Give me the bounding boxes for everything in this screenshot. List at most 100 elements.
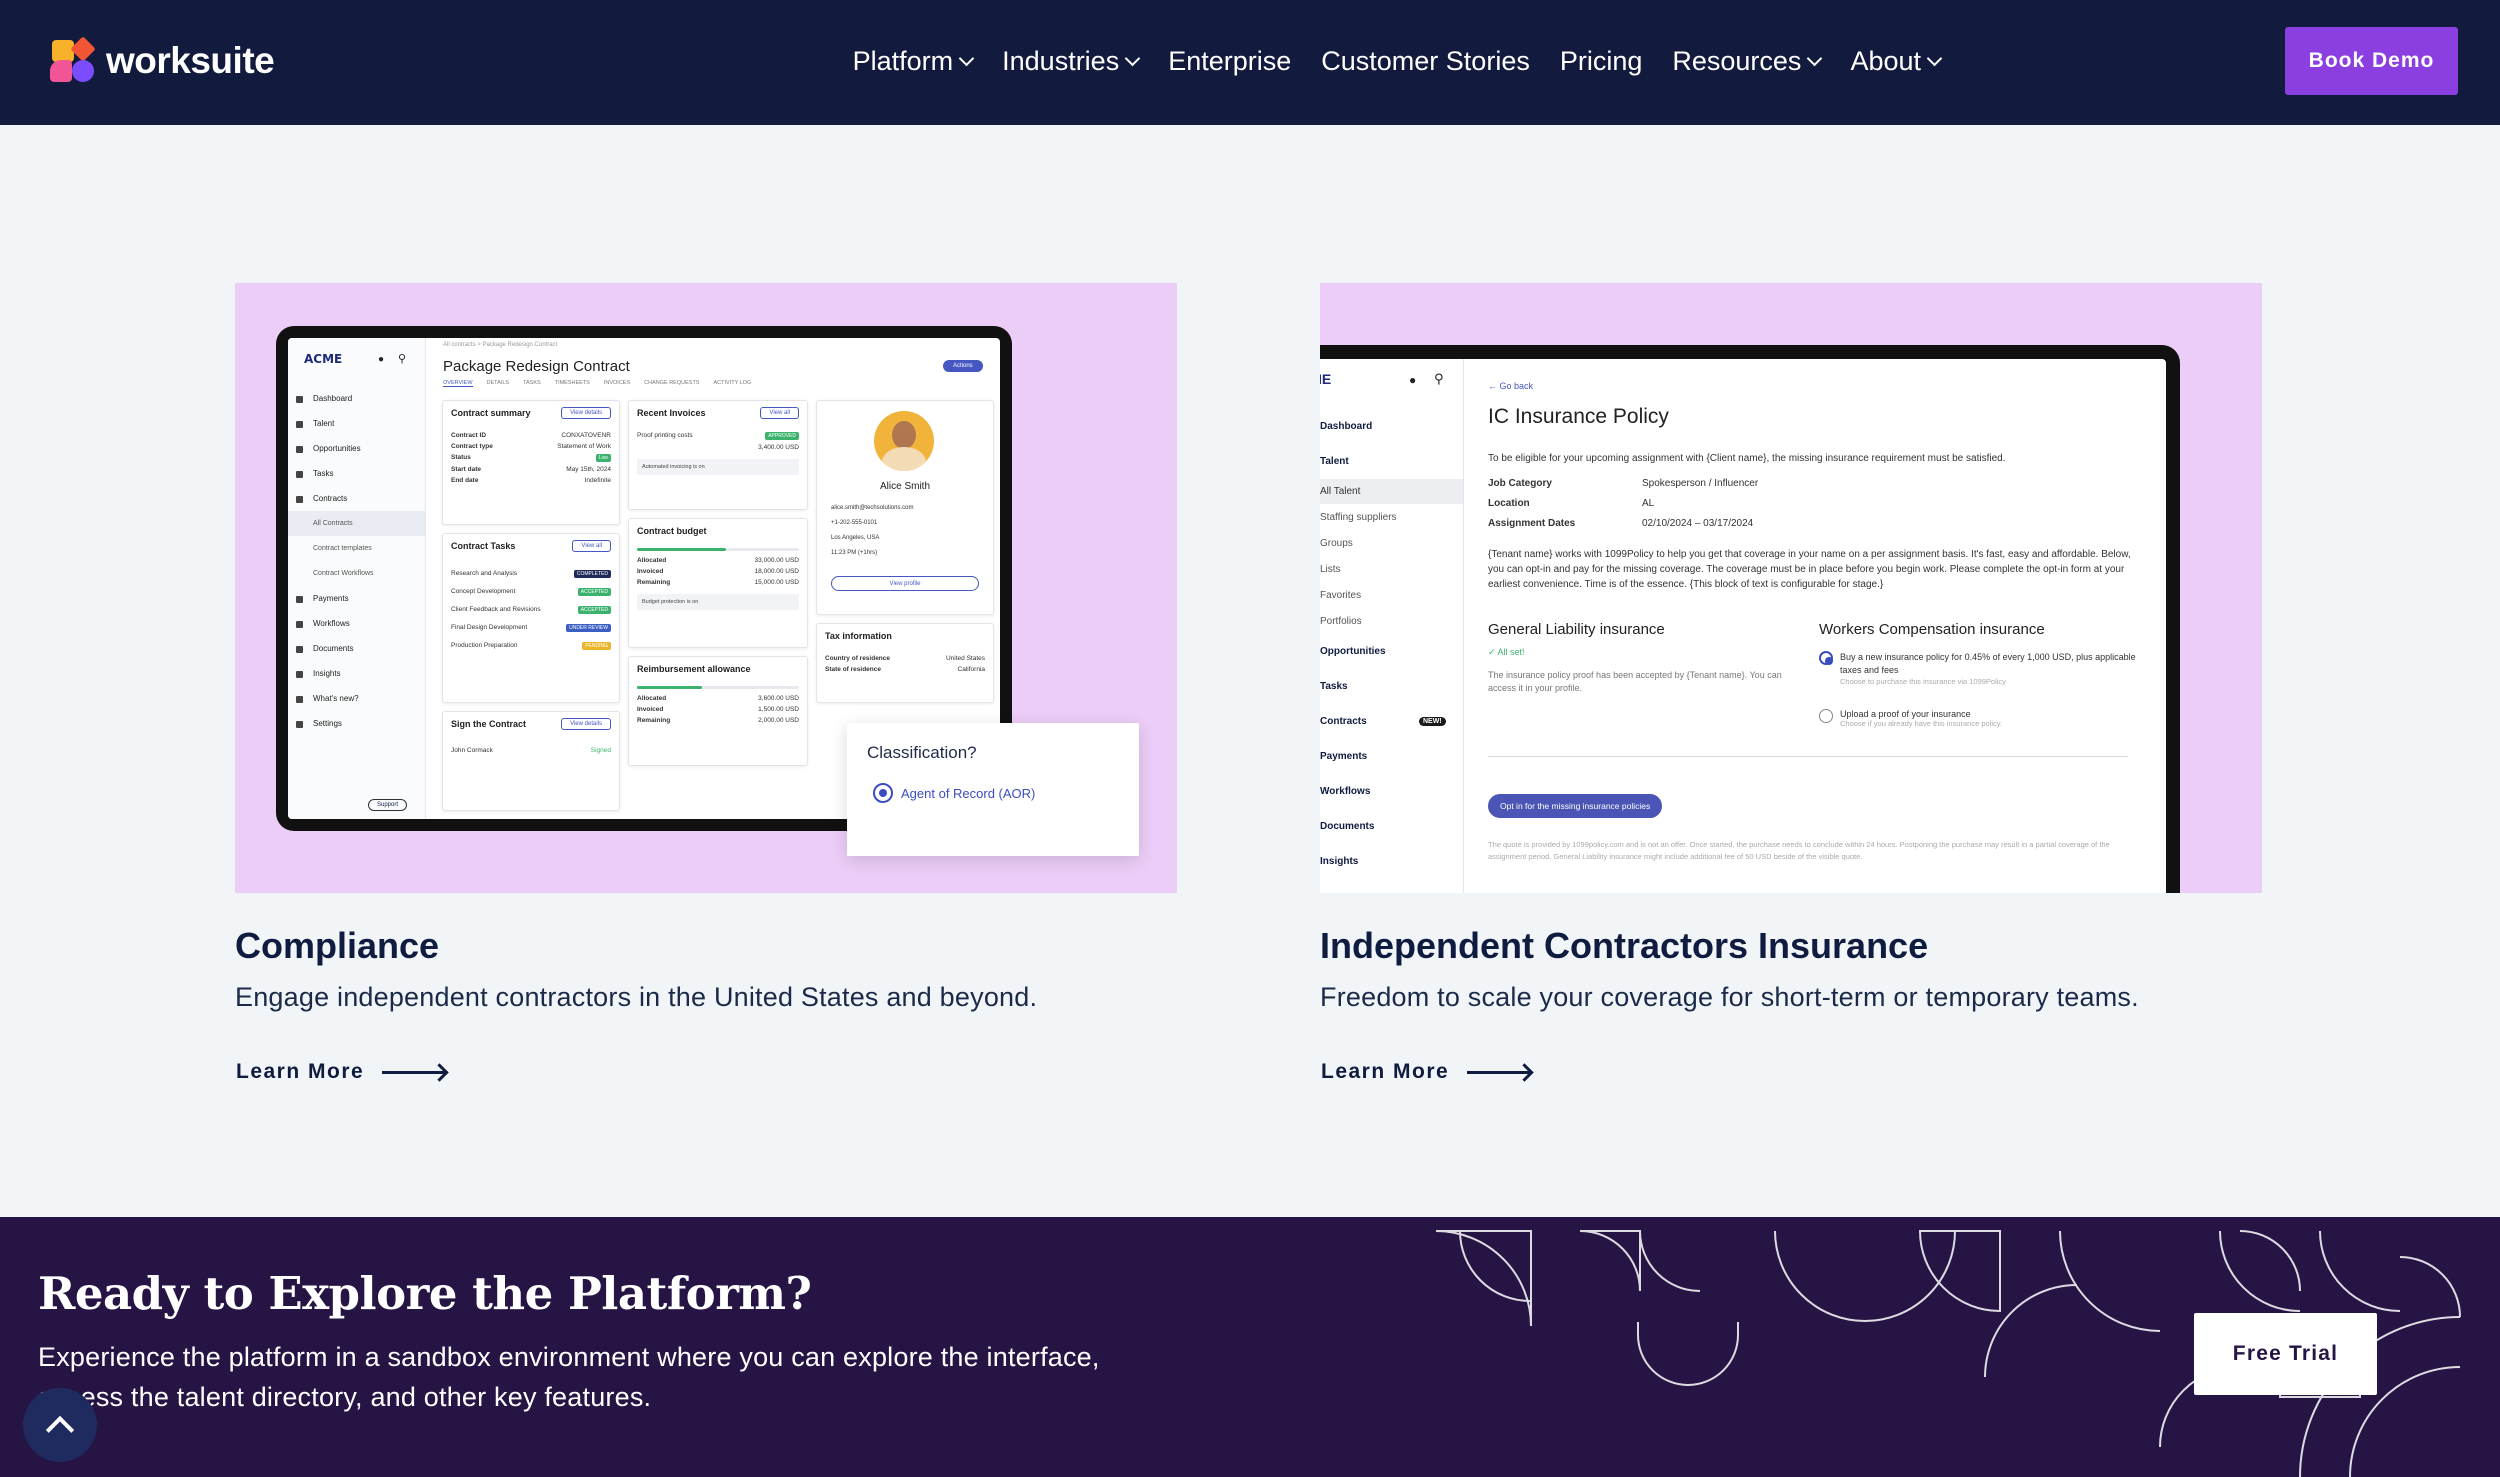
workers-comp-title: Workers Compensation insurance	[1819, 621, 2045, 638]
nav-resources-label: Resources	[1672, 45, 1802, 76]
insurance-description: Freedom to scale your coverage for short…	[1320, 982, 2139, 1012]
chevron-down-icon	[1926, 50, 1943, 66]
go-back-label: Go back	[1499, 381, 1534, 391]
reimbursement-progress-fill	[637, 686, 702, 689]
nav-pricing[interactable]: Pricing	[1560, 46, 1643, 77]
status-label: All set!	[1497, 647, 1525, 657]
compliance-visual: ACME ● ⚲ Dashboard Talent Opportunities …	[235, 283, 1177, 893]
bell-icon: ●	[378, 354, 385, 365]
insurance-visual: IE ● ⚲ Dashboard Talent All Talent Staff…	[1320, 283, 2262, 893]
mock-nav-contract-templates: Contract templates	[313, 545, 372, 552]
invoice-amount: 3,400.00 USD	[758, 444, 799, 451]
insurance-footnote: The quote is provided by 1099policy.com …	[1488, 840, 2110, 861]
cta-title: Ready to Explore the Platform?	[38, 1267, 812, 1320]
mock-view-details: View details	[561, 407, 611, 419]
divider	[1488, 756, 2128, 757]
search-icon: ⚲	[398, 353, 407, 365]
mock-tab: TASKS	[523, 380, 541, 386]
profile-phone: +1-202-555-0101	[831, 520, 878, 526]
mock-actions-button: Actions	[943, 360, 983, 372]
mock-nav-documents: Documents	[288, 636, 425, 661]
free-trial-button[interactable]: Free Trial	[2194, 1313, 2377, 1395]
nav-customer-stories-label: Customer Stories	[1321, 45, 1530, 76]
mock-view-details: View details	[561, 718, 611, 730]
insurance-title: Independent Contractors Insurance	[1320, 925, 1929, 966]
mock-tabs: OVERVIEW DETAILS TASKS TIMESHEETS INVOIC…	[443, 380, 751, 387]
mock-sign-contract: Sign the Contract View details John Corm…	[442, 711, 620, 811]
search-icon: ⚲	[1434, 371, 1444, 386]
nav-enterprise[interactable]: Enterprise	[1168, 46, 1291, 77]
app-screen: IE ● ⚲ Dashboard Talent All Talent Staff…	[1320, 359, 2166, 893]
mock-profile-card: Alice Smith alice.smith@techsolutions.co…	[816, 400, 994, 615]
mock-nav-documents: Documents	[1320, 821, 1375, 832]
compliance-description: Engage independent contractors in the Un…	[235, 982, 1038, 1012]
row-key: Remaining	[637, 579, 671, 586]
avatar	[874, 411, 934, 471]
mock-contract-budget: Contract budget Allocated 33,000.00 USD I…	[628, 518, 808, 648]
bell-icon: ●	[1409, 373, 1417, 387]
row-value: May 15th, 2024	[566, 466, 611, 473]
profile-name: Alice Smith	[879, 481, 930, 492]
general-liability-title: General Liability insurance	[1488, 621, 1665, 638]
signer-name: John Cormack	[451, 747, 493, 754]
cta-description: Experience the platform in a sandbox env…	[38, 1342, 1100, 1412]
automated-invoicing-note: Automated invoicing is on	[637, 459, 799, 475]
mock-nav-lists: Lists	[1320, 563, 1341, 575]
mock-nav-workflows: Workflows	[288, 611, 425, 636]
learn-more-label: Learn More	[1321, 1060, 1450, 1083]
nav-resources[interactable]: Resources	[1672, 45, 1823, 77]
nav-about-label: About	[1850, 45, 1921, 76]
classification-question: Classification?	[867, 743, 977, 762]
nav-customer-stories[interactable]: Customer Stories	[1321, 46, 1530, 77]
book-demo-button[interactable]: Book Demo	[2285, 27, 2458, 95]
task-name: Client Feedback and Revisions	[451, 606, 541, 613]
nav-about[interactable]: About	[1850, 45, 1943, 77]
scroll-to-top-button[interactable]	[23, 1388, 97, 1462]
detail-key: Location	[1488, 498, 1530, 509]
mock-nav-groups: Groups	[1320, 537, 1353, 549]
nav-pricing-label: Pricing	[1559, 45, 1643, 76]
chevron-down-icon	[958, 50, 975, 66]
logo-mark-icon	[50, 36, 96, 84]
mock-nav-payments: Payments	[288, 586, 425, 611]
row-key: State of residence	[825, 666, 881, 673]
row-key: Invoiced	[637, 568, 664, 575]
mock-nav-payments: Payments	[1320, 751, 1368, 762]
mock-tab: INVOICES	[603, 380, 631, 386]
mock-nav-opportunities: Opportunities	[1320, 646, 1386, 657]
radio-selected-icon	[1819, 651, 1833, 665]
detail-value: 02/10/2024 – 03/17/2024	[1642, 518, 1754, 529]
chevron-up-icon	[45, 1415, 75, 1445]
task-status-badge: ACCEPTED	[577, 588, 611, 596]
row-key: End date	[451, 477, 479, 484]
budget-progress-bar	[637, 548, 799, 551]
insurance-learn-more-link[interactable]: Learn More	[1321, 1060, 1532, 1084]
detail-key: Job Category	[1488, 478, 1552, 489]
mock-contract-tasks: Contract Tasks View all Research and Ana…	[442, 533, 620, 703]
option-hint: Choose if you already have this insuranc…	[1840, 719, 2003, 728]
mock-nav-workflows: Workflows	[1320, 786, 1371, 797]
mock-view-all: View all	[760, 407, 799, 419]
task-name: Final Design Development	[451, 624, 528, 631]
compliance-learn-more-link[interactable]: Learn More	[236, 1060, 447, 1084]
detail-value: AL	[1642, 498, 1655, 509]
nav-industries[interactable]: Industries	[1002, 46, 1141, 77]
mock-nav-portfolios: Portfolios	[1320, 615, 1362, 627]
panel-title: Contract budget	[637, 526, 707, 536]
mock-support-button: Support	[368, 799, 408, 811]
new-badge: NEW!	[1419, 717, 1446, 726]
profile-location: Los Angeles, USA	[831, 535, 880, 541]
mock-nav-dashboard: Dashboard	[288, 386, 425, 411]
nav-platform[interactable]: Platform	[853, 46, 975, 77]
row-value: 33,000.00 USD	[754, 557, 799, 564]
learn-more-label: Learn More	[236, 1060, 365, 1083]
mock-tax-info: Tax information Country of residence Unit…	[816, 623, 994, 703]
compliance-title: Compliance	[235, 925, 440, 966]
worksuite-logo[interactable]: worksuite	[50, 36, 275, 84]
mock-nav-all-contracts: All Contracts	[288, 511, 425, 536]
mock-nav-insights: Insights	[288, 661, 425, 686]
radio-selected-icon	[873, 783, 893, 803]
mock-recent-invoices: Recent Invoices View all Proof printing …	[628, 400, 808, 510]
insurance-page-title: IC Insurance Policy	[1488, 405, 1669, 428]
chevron-down-icon	[1807, 50, 1823, 66]
